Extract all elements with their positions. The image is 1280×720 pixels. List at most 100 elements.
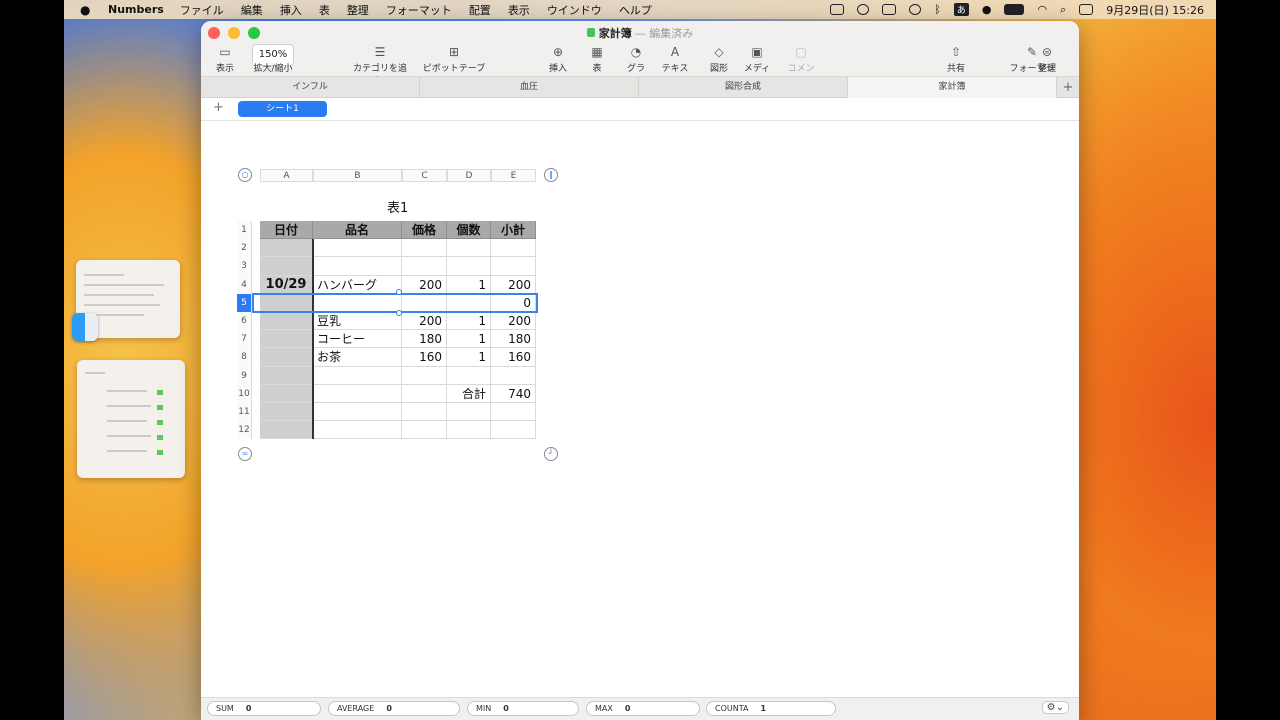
finder-icon[interactable] — [72, 313, 98, 341]
column-header-e[interactable]: E — [491, 169, 536, 182]
row-header-7[interactable]: 7 — [237, 330, 252, 349]
cell-d6[interactable]: 1 — [447, 312, 491, 331]
row-header-9[interactable]: 9 — [237, 366, 252, 385]
cell-c9[interactable] — [402, 366, 447, 385]
row-header-3[interactable]: 3 — [237, 257, 252, 276]
cell-a8[interactable] — [260, 348, 313, 367]
cell-c3[interactable] — [402, 257, 447, 276]
cell-b1[interactable]: 品名 — [313, 221, 402, 240]
cell-b2[interactable] — [313, 239, 402, 258]
stat-settings-button[interactable]: ⚙⌄ — [1041, 701, 1069, 714]
menu-edit[interactable]: 編集 — [241, 2, 263, 18]
cell-d2[interactable] — [447, 239, 491, 258]
cell-e1[interactable]: 小計 — [491, 221, 536, 240]
cell-a12[interactable] — [260, 421, 313, 440]
cell-b9[interactable] — [313, 366, 402, 385]
input-method-icon[interactable]: あ — [953, 3, 969, 16]
selection-handle[interactable] — [396, 310, 402, 316]
row-header-4[interactable]: 4 — [237, 275, 252, 294]
menu-view[interactable]: 表示 — [508, 2, 530, 18]
cell-e8[interactable]: 160 — [491, 348, 536, 367]
cell-e2[interactable] — [491, 239, 536, 258]
cell-d10[interactable]: 合計 — [447, 384, 491, 403]
display-icon[interactable] — [882, 4, 897, 15]
stat-min[interactable]: MIN 0 — [467, 701, 579, 716]
cell-c7[interactable]: 180 — [402, 330, 447, 349]
stat-average[interactable]: AVERAGE 0 — [328, 701, 460, 716]
cell-d7[interactable]: 1 — [447, 330, 491, 349]
cell-b3[interactable] — [313, 257, 402, 276]
cell-e6[interactable]: 200 — [491, 312, 536, 331]
cell-e9[interactable] — [491, 366, 536, 385]
cell-b6[interactable]: 豆乳 — [313, 312, 402, 331]
menu-arrange[interactable]: 配置 — [469, 2, 491, 18]
cell-e4[interactable]: 200 — [491, 275, 536, 294]
menu-file[interactable]: ファイル — [180, 2, 224, 18]
cell-a2[interactable] — [260, 239, 313, 258]
column-header-c[interactable]: C — [402, 169, 447, 182]
table-select-handle[interactable]: ○ — [238, 168, 252, 182]
focus-icon[interactable] — [857, 4, 870, 15]
menu-help[interactable]: ヘルプ — [619, 2, 652, 18]
column-header-a[interactable]: A — [260, 169, 313, 182]
stat-counta[interactable]: COUNTA 1 — [706, 701, 836, 716]
background-window-thumbnail[interactable] — [77, 360, 185, 478]
apple-menu-icon[interactable]: ● — [80, 3, 94, 17]
screen-record-icon[interactable] — [830, 4, 845, 15]
cell-c10[interactable] — [402, 384, 447, 403]
sheet-canvas[interactable]: ○ ‖ = ┘ A B C D E 表1 1 2 3 4 5 6 7 8 9 10 11 12 日付品… — [201, 21, 1079, 697]
add-row-handle[interactable]: = — [238, 447, 252, 461]
time-machine-icon[interactable] — [909, 4, 922, 15]
resize-table-handle[interactable]: ┘ — [544, 447, 558, 461]
menu-insert[interactable]: 挿入 — [280, 2, 302, 18]
menu-app-name[interactable]: Numbers — [108, 3, 164, 16]
row-header-6[interactable]: 6 — [237, 312, 252, 331]
row-header-8[interactable]: 8 — [237, 348, 252, 367]
cell-b12[interactable] — [313, 421, 402, 440]
cell-d12[interactable] — [447, 421, 491, 440]
row-header-10[interactable]: 10 — [237, 384, 252, 403]
cell-c11[interactable] — [402, 403, 447, 422]
cell-c12[interactable] — [402, 421, 447, 440]
cell-d1[interactable]: 個数 — [447, 221, 491, 240]
column-header-d[interactable]: D — [447, 169, 491, 182]
cell-a10[interactable] — [260, 384, 313, 403]
cell-e5[interactable]: 0 — [491, 293, 536, 312]
row-header-11[interactable]: 11 — [237, 403, 252, 422]
cell-c4[interactable]: 200 — [402, 275, 447, 294]
menu-table[interactable]: 表 — [319, 2, 330, 18]
cell-d4[interactable]: 1 — [447, 275, 491, 294]
cell-c2[interactable] — [402, 239, 447, 258]
cell-a4[interactable]: 10/29 — [260, 275, 313, 294]
cell-a5[interactable] — [260, 293, 313, 312]
row-header-2[interactable]: 2 — [237, 239, 252, 258]
cell-d3[interactable] — [447, 257, 491, 276]
menu-window[interactable]: ウインドウ — [547, 2, 602, 18]
cell-a1[interactable]: 日付 — [260, 221, 313, 240]
cell-a3[interactable] — [260, 257, 313, 276]
selection-handle[interactable] — [396, 289, 402, 295]
stat-sum[interactable]: SUM 0 — [207, 701, 321, 716]
column-header-b[interactable]: B — [313, 169, 402, 182]
cell-e10[interactable]: 740 — [491, 384, 536, 403]
bluetooth-icon[interactable]: ᛒ — [934, 3, 941, 16]
battery-icon[interactable] — [1004, 4, 1025, 15]
cell-d5[interactable] — [447, 293, 491, 312]
cell-b10[interactable] — [313, 384, 402, 403]
cell-e11[interactable] — [491, 403, 536, 422]
cell-b4[interactable]: ハンバーグ — [313, 275, 402, 294]
cell-c6[interactable]: 200 — [402, 312, 447, 331]
cell-d11[interactable] — [447, 403, 491, 422]
stat-max[interactable]: MAX 0 — [586, 701, 700, 716]
cell-a7[interactable] — [260, 330, 313, 349]
cell-e12[interactable] — [491, 421, 536, 440]
row-header-1[interactable]: 1 — [237, 221, 252, 240]
cell-c1[interactable]: 価格 — [402, 221, 447, 240]
menu-organize[interactable]: 整理 — [347, 2, 369, 18]
table-title[interactable]: 表1 — [387, 197, 408, 216]
cell-e7[interactable]: 180 — [491, 330, 536, 349]
cell-b7[interactable]: コーヒー — [313, 330, 402, 349]
cell-d9[interactable] — [447, 366, 491, 385]
cell-a11[interactable] — [260, 403, 313, 422]
cell-e3[interactable] — [491, 257, 536, 276]
